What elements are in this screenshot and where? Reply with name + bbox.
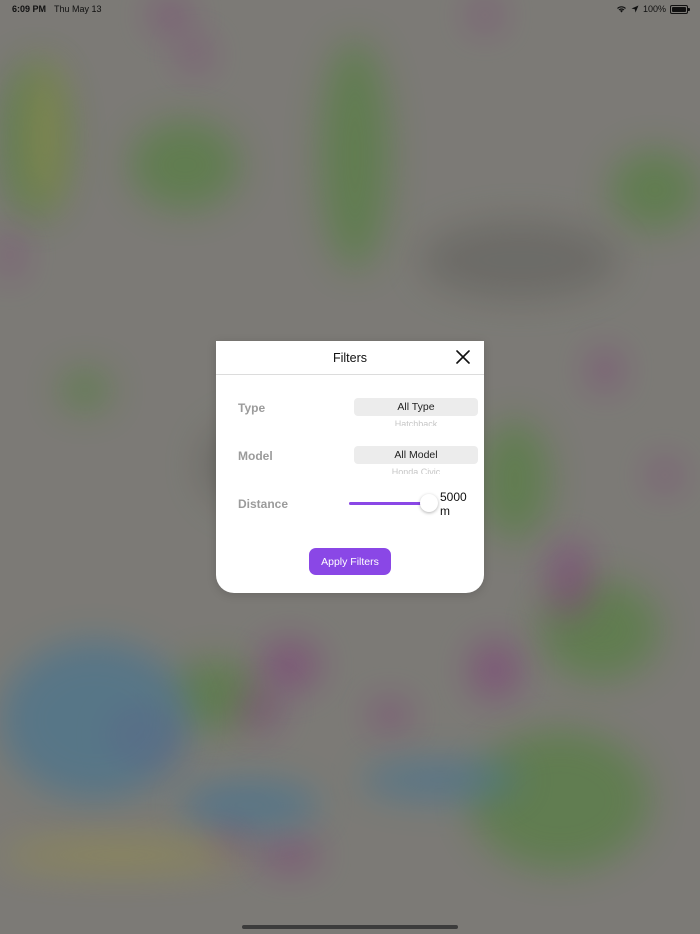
close-icon[interactable] xyxy=(456,350,470,364)
modal-title: Filters xyxy=(332,350,368,365)
battery-percent: 100% xyxy=(642,4,666,14)
model-picker-next-option[interactable]: Honda Civic xyxy=(354,464,478,474)
type-picker[interactable]: All Type Hatchback xyxy=(354,398,478,440)
distance-label: Distance xyxy=(238,497,289,511)
apply-filters-button[interactable]: Apply Filters xyxy=(309,548,391,575)
battery-icon xyxy=(670,4,690,14)
status-date: Thu May 13 xyxy=(54,4,102,14)
model-row: Model All Model Honda Civic xyxy=(238,443,478,474)
distance-row: Distance 5000 m xyxy=(238,490,467,518)
status-right: 100% xyxy=(616,4,690,14)
type-row: Type All Type Hatchback xyxy=(238,395,478,426)
type-picker-next-option[interactable]: Hatchback xyxy=(354,416,478,426)
distance-slider[interactable] xyxy=(349,494,438,514)
model-picker[interactable]: All Model Honda Civic xyxy=(354,446,478,488)
wifi-icon xyxy=(617,6,626,13)
modal-header: Filters xyxy=(216,341,484,375)
type-label: Type xyxy=(238,401,266,415)
type-picker-selected[interactable]: All Type xyxy=(354,398,478,416)
status-bar: 6:09 PM Thu May 13 100% xyxy=(0,0,700,18)
status-time: 6:09 PM xyxy=(12,4,47,14)
slider-fill xyxy=(349,502,429,505)
location-arrow-icon xyxy=(631,5,639,13)
model-label: Model xyxy=(238,449,273,463)
model-picker-selected[interactable]: All Model xyxy=(354,446,478,464)
filters-modal: Filters Type All Type Hatchback Model Al… xyxy=(216,341,484,593)
slider-thumb[interactable] xyxy=(420,494,438,512)
home-indicator[interactable] xyxy=(242,925,458,929)
distance-value: 5000 m xyxy=(440,490,467,518)
